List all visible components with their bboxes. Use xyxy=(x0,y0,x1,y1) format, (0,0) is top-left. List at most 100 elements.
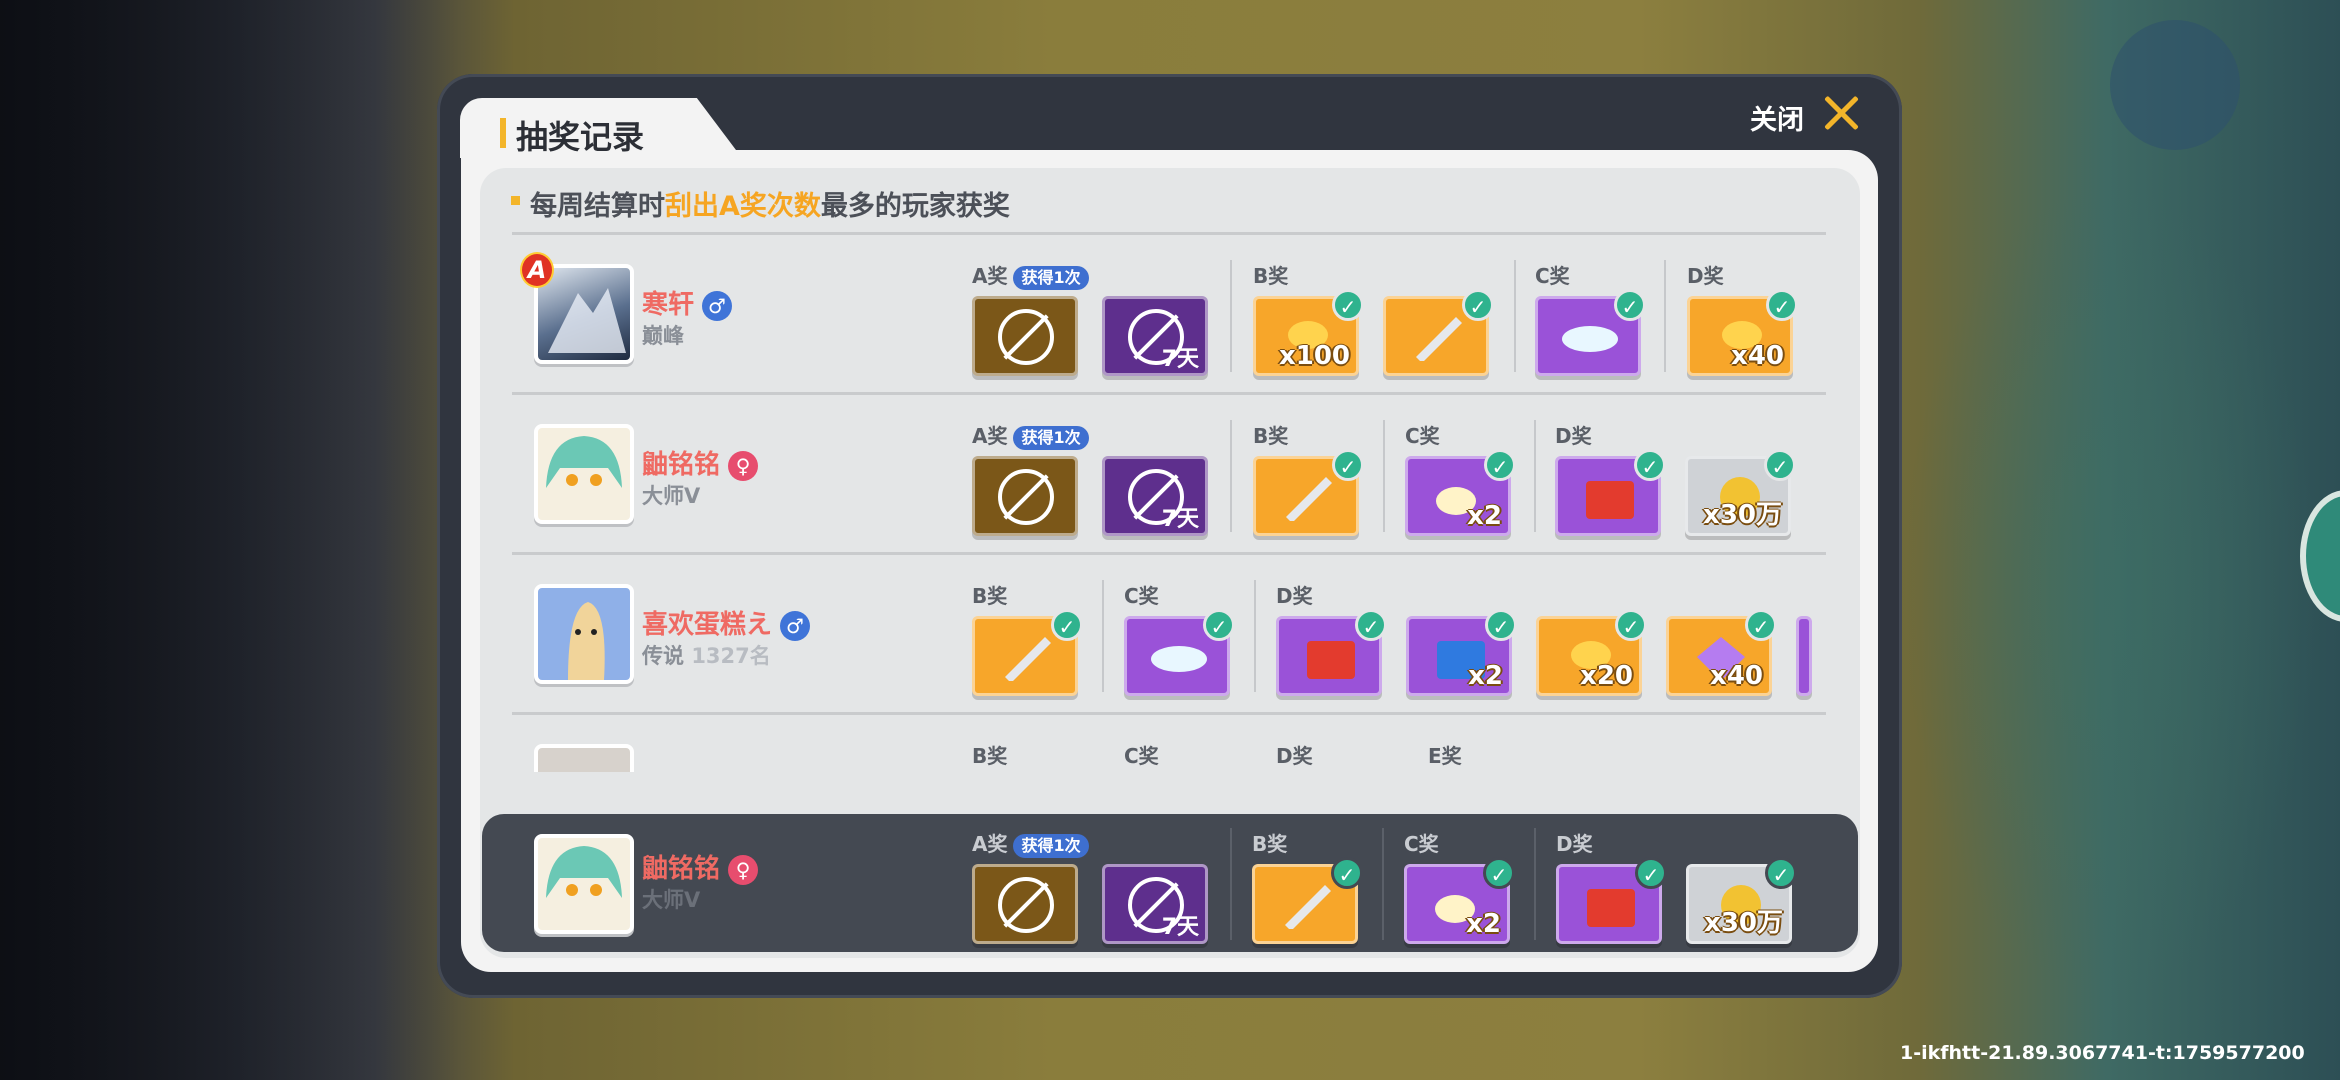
prize-group-label: B奖 xyxy=(1252,832,1288,856)
prize-group-label: A奖 获得1次 xyxy=(972,828,1089,858)
player-name-text: 鼬铭铭 xyxy=(642,450,721,480)
item-quantity: x30万 xyxy=(1704,908,1783,938)
check-icon: ✓ xyxy=(1635,857,1667,889)
prize-group-label: E奖 xyxy=(1428,744,1462,768)
prize-group-label: D奖 xyxy=(1687,264,1724,288)
prize-item-banned[interactable]: 7天 xyxy=(1102,456,1208,536)
prize-item-banned[interactable]: 7天 xyxy=(1102,864,1208,944)
item-quantity: x2 xyxy=(1468,661,1503,691)
group-divider xyxy=(1230,260,1232,372)
check-icon: ✓ xyxy=(1332,289,1364,321)
check-icon: ✓ xyxy=(1332,449,1364,481)
sword-icon xyxy=(1005,637,1051,681)
my-record-row: 鼬铭铭 ♀ 大师V A奖 获得1次 7天 B奖 ✓ C奖 x2 ✓ D奖 ✓ x30万… xyxy=(482,814,1858,952)
prize-item[interactable]: ✓ xyxy=(1252,857,1363,944)
prize-item[interactable]: x40 ✓ xyxy=(1687,289,1798,376)
close-label[interactable]: 关闭 xyxy=(1750,98,1804,137)
prize-item[interactable]: ✓ xyxy=(1555,449,1666,536)
prize-item[interactable]: ✓ xyxy=(1253,449,1364,536)
rank-a-badge: A xyxy=(520,252,554,288)
rule-bullet-icon xyxy=(511,196,520,205)
modal-title: 抽奖记录 xyxy=(516,118,645,156)
prize-label-text: A奖 xyxy=(972,832,1008,856)
win-count-badge: 获得1次 xyxy=(1013,266,1089,290)
group-divider xyxy=(1102,580,1104,692)
duration-tag: 7天 xyxy=(1161,915,1199,940)
player-rank: 巅峰 xyxy=(642,324,684,348)
prize-item[interactable]: ✓ xyxy=(1276,609,1387,696)
item-quantity: x40 xyxy=(1731,341,1784,371)
group-divider xyxy=(1534,828,1536,940)
prize-item[interactable]: x2 ✓ xyxy=(1404,857,1515,944)
prize-item-banned[interactable] xyxy=(972,456,1078,536)
ban-icon xyxy=(998,309,1054,365)
prize-label-text: A奖 xyxy=(972,264,1008,288)
group-divider xyxy=(1383,420,1385,532)
check-icon: ✓ xyxy=(1614,289,1646,321)
prize-item[interactable]: x2 ✓ xyxy=(1405,449,1516,536)
prize-group-label: A奖 获得1次 xyxy=(972,420,1089,450)
prize-item-banned[interactable] xyxy=(972,864,1078,944)
group-divider xyxy=(1254,580,1256,692)
row-divider xyxy=(512,392,1826,395)
prize-label-text: A奖 xyxy=(972,424,1008,448)
male-icon: ♂ xyxy=(702,290,733,321)
check-icon: ✓ xyxy=(1462,289,1494,321)
prize-group-label: A奖 获得1次 xyxy=(972,260,1089,290)
prize-group-label: C奖 xyxy=(1124,584,1159,608)
female-icon: ♀ xyxy=(728,450,759,481)
my-player-name[interactable]: 鼬铭铭 ♀ xyxy=(642,848,759,885)
sword-icon xyxy=(1416,317,1462,361)
check-icon: ✓ xyxy=(1203,609,1235,641)
prize-item[interactable]: x100 ✓ xyxy=(1253,289,1364,376)
player-name[interactable]: 鼬铭铭 ♀ xyxy=(642,444,759,481)
player-name[interactable]: 寒轩 ♂ xyxy=(642,284,733,321)
prize-item[interactable]: ✓ xyxy=(1124,609,1235,696)
background-shade xyxy=(0,0,460,1080)
prize-item-partial[interactable] xyxy=(1796,616,1812,696)
prize-item[interactable]: ✓ xyxy=(1535,289,1646,376)
check-icon: ✓ xyxy=(1615,609,1647,641)
group-divider xyxy=(1534,420,1536,532)
background-button-blur xyxy=(2110,20,2240,150)
prize-group-label: D奖 xyxy=(1276,584,1313,608)
group-divider xyxy=(1664,260,1666,372)
red-chest-icon xyxy=(1587,889,1635,927)
row-divider xyxy=(512,232,1826,235)
prize-item[interactable]: x30万 ✓ xyxy=(1686,857,1797,944)
ban-icon xyxy=(998,469,1054,525)
my-player-rank: 大师V xyxy=(642,888,701,912)
session-watermark: 1-ikfhtt-21.89.3067741-t:1759577200 xyxy=(1900,1042,2305,1064)
car-icon xyxy=(1562,326,1618,352)
prize-item[interactable]: ✓ xyxy=(1556,857,1667,944)
item-quantity: x100 xyxy=(1278,341,1350,371)
player-rank: 大师V xyxy=(642,484,701,508)
record-row: A 寒轩 ♂ 巅峰 A奖 获得1次 7天 B奖 x100 ✓ ✓ C奖 ✓ D奖 x4… xyxy=(512,232,1826,392)
record-list[interactable]: A 寒轩 ♂ 巅峰 A奖 获得1次 7天 B奖 x100 ✓ ✓ C奖 ✓ D奖 x4… xyxy=(512,232,1826,772)
prize-group-label: C奖 xyxy=(1535,264,1570,288)
prize-item[interactable]: ✓ xyxy=(1383,289,1494,376)
prize-item[interactable]: x40 ✓ xyxy=(1666,609,1777,696)
prize-item-banned[interactable] xyxy=(972,296,1078,376)
avatar-image-icon xyxy=(546,436,622,488)
prize-group-label: C奖 xyxy=(1124,744,1159,768)
avatar[interactable] xyxy=(534,424,634,524)
record-row: B奖 C奖 D奖 E奖 xyxy=(512,712,1826,772)
my-avatar[interactable] xyxy=(534,834,634,934)
player-name-text: 寒轩 xyxy=(642,290,695,320)
prize-item[interactable]: ✓ xyxy=(972,609,1083,696)
avatar[interactable] xyxy=(534,744,634,772)
prize-item[interactable]: x2 ✓ xyxy=(1406,609,1517,696)
prize-item-banned[interactable]: 7天 xyxy=(1102,296,1208,376)
title-accent-bar xyxy=(500,118,506,148)
group-divider xyxy=(1230,420,1232,532)
avatar[interactable] xyxy=(534,584,634,684)
player-name[interactable]: 喜欢蛋糕え ♂ xyxy=(642,604,811,641)
prize-group-label: B奖 xyxy=(1253,264,1289,288)
prize-group-label: D奖 xyxy=(1276,744,1313,768)
close-icon[interactable] xyxy=(1823,95,1859,131)
check-icon: ✓ xyxy=(1484,449,1516,481)
player-rank-text: 传说 xyxy=(642,644,684,668)
prize-item[interactable]: x30万 ✓ xyxy=(1685,449,1796,536)
prize-item[interactable]: x20 ✓ xyxy=(1536,609,1647,696)
